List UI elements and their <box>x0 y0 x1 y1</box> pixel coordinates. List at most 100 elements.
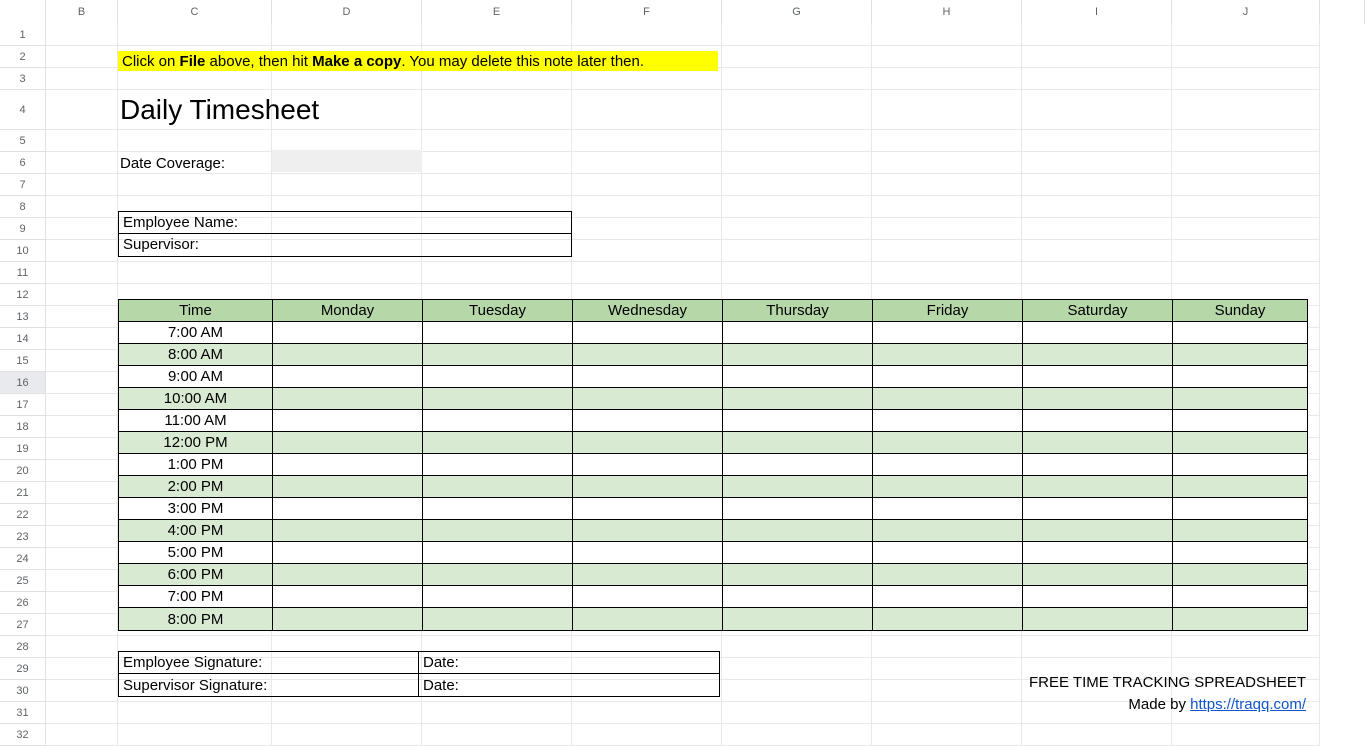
column-header-B[interactable]: B <box>46 0 118 24</box>
column-header-C[interactable]: C <box>118 0 272 24</box>
timesheet-cell[interactable] <box>1023 322 1173 344</box>
row-header-27[interactable]: 27 <box>0 614 45 636</box>
timesheet-cell[interactable] <box>423 564 573 586</box>
timesheet-cell[interactable] <box>723 542 873 564</box>
timesheet-cell[interactable] <box>423 520 573 542</box>
timesheet-cell[interactable] <box>1023 454 1173 476</box>
time-label[interactable]: 7:00 AM <box>119 322 273 344</box>
timesheet-cell[interactable] <box>273 410 423 432</box>
supervisor-row[interactable]: Supervisor: <box>119 234 571 256</box>
row-header-14[interactable]: 14 <box>0 328 45 350</box>
time-label[interactable]: 1:00 PM <box>119 454 273 476</box>
timesheet-cell[interactable] <box>1023 388 1173 410</box>
timesheet-cell[interactable] <box>873 498 1023 520</box>
employee-name-row[interactable]: Employee Name: <box>119 212 571 234</box>
signature-label[interactable]: Employee Signature: <box>119 652 419 674</box>
timesheet-cell[interactable] <box>273 322 423 344</box>
row-header-7[interactable]: 7 <box>0 174 45 196</box>
timesheet-cell[interactable] <box>273 542 423 564</box>
timesheet-cell[interactable] <box>723 322 873 344</box>
timesheet-cell[interactable] <box>423 432 573 454</box>
time-label[interactable]: 10:00 AM <box>119 388 273 410</box>
time-label[interactable]: 12:00 PM <box>119 432 273 454</box>
row-header-23[interactable]: 23 <box>0 526 45 548</box>
timesheet-cell[interactable] <box>273 564 423 586</box>
column-header-E[interactable]: E <box>422 0 572 24</box>
timesheet-cell[interactable] <box>573 476 723 498</box>
timesheet-cell[interactable] <box>873 542 1023 564</box>
timesheet-cell[interactable] <box>723 410 873 432</box>
time-label[interactable]: 7:00 PM <box>119 586 273 608</box>
timesheet-cell[interactable] <box>1023 344 1173 366</box>
timesheet-cell[interactable] <box>1173 542 1307 564</box>
timesheet-cell[interactable] <box>873 454 1023 476</box>
date-coverage-input[interactable] <box>272 150 422 172</box>
timesheet-cell[interactable] <box>273 432 423 454</box>
row-header-20[interactable]: 20 <box>0 460 45 482</box>
row-header-9[interactable]: 9 <box>0 218 45 240</box>
timesheet-cell[interactable] <box>873 388 1023 410</box>
row-header-3[interactable]: 3 <box>0 68 45 90</box>
row-header-30[interactable]: 30 <box>0 680 45 702</box>
row-header-17[interactable]: 17 <box>0 394 45 416</box>
timesheet-header-thursday[interactable]: Thursday <box>723 300 873 322</box>
timesheet-cell[interactable] <box>423 410 573 432</box>
timesheet-cell[interactable] <box>573 520 723 542</box>
timesheet-cell[interactable] <box>423 586 573 608</box>
timesheet-header-tuesday[interactable]: Tuesday <box>423 300 573 322</box>
timesheet-cell[interactable] <box>873 344 1023 366</box>
row-header-32[interactable]: 32 <box>0 724 45 746</box>
timesheet-cell[interactable] <box>573 410 723 432</box>
timesheet-cell[interactable] <box>723 454 873 476</box>
timesheet-cell[interactable] <box>723 608 873 630</box>
timesheet-cell[interactable] <box>873 476 1023 498</box>
timesheet-cell[interactable] <box>723 388 873 410</box>
timesheet-cell[interactable] <box>723 344 873 366</box>
timesheet-cell[interactable] <box>273 520 423 542</box>
timesheet-cell[interactable] <box>1023 542 1173 564</box>
timesheet-cell[interactable] <box>423 322 573 344</box>
timesheet-cell[interactable] <box>573 344 723 366</box>
column-header-F[interactable]: F <box>572 0 722 24</box>
timesheet-cell[interactable] <box>1173 498 1307 520</box>
time-label[interactable]: 4:00 PM <box>119 520 273 542</box>
timesheet-cell[interactable] <box>723 432 873 454</box>
timesheet-cell[interactable] <box>1023 608 1173 630</box>
timesheet-cell[interactable] <box>423 454 573 476</box>
timesheet-cell[interactable] <box>273 498 423 520</box>
row-header-10[interactable]: 10 <box>0 240 45 262</box>
timesheet-cell[interactable] <box>1173 322 1307 344</box>
timesheet-cell[interactable] <box>873 608 1023 630</box>
timesheet-cell[interactable] <box>1023 520 1173 542</box>
row-header-28[interactable]: 28 <box>0 636 45 658</box>
timesheet-cell[interactable] <box>873 366 1023 388</box>
timesheet-cell[interactable] <box>273 454 423 476</box>
column-header-D[interactable]: D <box>272 0 422 24</box>
column-header-G[interactable]: G <box>722 0 872 24</box>
time-label[interactable]: 5:00 PM <box>119 542 273 564</box>
timesheet-cell[interactable] <box>723 476 873 498</box>
row-header-29[interactable]: 29 <box>0 658 45 680</box>
row-header-15[interactable]: 15 <box>0 350 45 372</box>
footer-link[interactable]: https://traqq.com/ <box>1190 696 1306 713</box>
timesheet-cell[interactable] <box>273 476 423 498</box>
row-header-6[interactable]: 6 <box>0 152 45 174</box>
timesheet-cell[interactable] <box>423 388 573 410</box>
timesheet-cell[interactable] <box>273 366 423 388</box>
timesheet-cell[interactable] <box>1173 388 1307 410</box>
timesheet-cell[interactable] <box>873 586 1023 608</box>
timesheet-cell[interactable] <box>1023 564 1173 586</box>
column-header-J[interactable]: J <box>1172 0 1320 24</box>
timesheet-header-wednesday[interactable]: Wednesday <box>573 300 723 322</box>
timesheet-cell[interactable] <box>423 366 573 388</box>
time-label[interactable]: 11:00 AM <box>119 410 273 432</box>
row-header-5[interactable]: 5 <box>0 130 45 152</box>
row-header-13[interactable]: 13 <box>0 306 45 328</box>
timesheet-cell[interactable] <box>423 498 573 520</box>
grid-area[interactable]: Click on File above, then hit Make a cop… <box>46 24 1365 739</box>
timesheet-cell[interactable] <box>1023 586 1173 608</box>
row-header-8[interactable]: 8 <box>0 196 45 218</box>
time-label[interactable]: 8:00 PM <box>119 608 273 630</box>
signature-date[interactable]: Date: <box>419 652 719 674</box>
time-label[interactable]: 2:00 PM <box>119 476 273 498</box>
